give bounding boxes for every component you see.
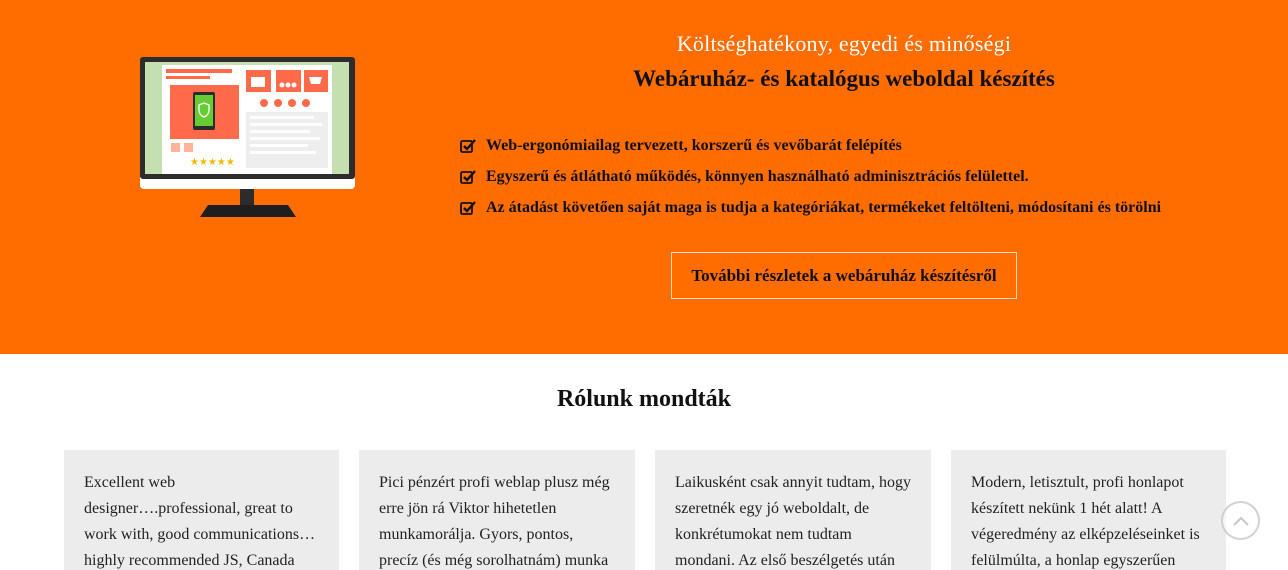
- testimonial-card: Modern, letisztult, profi honlapot készí…: [951, 450, 1226, 570]
- check-square-icon: [460, 169, 476, 184]
- svg-text:★★★★★: ★★★★★: [190, 157, 235, 168]
- testimonial-text: Excellent web designer….professional, gr…: [84, 474, 316, 569]
- check-square-icon: [460, 138, 476, 153]
- check-square-icon: [460, 200, 476, 215]
- testimonial-card: Laikusként csak annyit tudtam, hogy szer…: [655, 450, 931, 570]
- hero-content: Költséghatékony, egyedi és minőségi Webá…: [440, 0, 1248, 354]
- hero-subtitle: Költséghatékony, egyedi és minőségi: [676, 31, 1012, 56]
- feature-item: Az átadást követően saját maga is tudja …: [460, 192, 1161, 223]
- testimonial-cards: Excellent web designer….professional, gr…: [64, 450, 1226, 570]
- webshop-details-button[interactable]: További részletek a webáruház készítésrő…: [671, 252, 1017, 299]
- testimonial-text: Laikusként csak annyit tudtam, hogy szer…: [675, 474, 911, 569]
- testimonial-text: Modern, letisztult, profi honlapot készí…: [971, 474, 1200, 569]
- testimonial-text: Pici pénzért profi weblap plusz még erre…: [379, 474, 610, 569]
- feature-list: Web-ergonómiailag tervezett, korszerű és…: [460, 130, 1161, 223]
- scroll-to-top-button[interactable]: [1221, 501, 1260, 540]
- hero-title: Webáruház- és katalógus weboldal készíté…: [633, 66, 1055, 91]
- feature-text: Web-ergonómiailag tervezett, korszerű és…: [486, 136, 902, 154]
- feature-text: Az átadást követően saját maga is tudja …: [486, 198, 1162, 216]
- feature-text: Egyszerű és átlátható működés, könnyen h…: [486, 167, 1029, 185]
- hero-section: ★★★★★ Költséghatékony, egyedi és minőség…: [0, 0, 1288, 354]
- testimonial-card: Pici pénzért profi weblap plusz még erre…: [359, 450, 635, 570]
- feature-item: Egyszerű és átlátható működés, könnyen h…: [460, 161, 1161, 192]
- testimonial-card: Excellent web designer….professional, gr…: [64, 450, 339, 570]
- feature-item: Web-ergonómiailag tervezett, korszerű és…: [460, 130, 1161, 161]
- testimonials-title: Rólunk mondták: [556, 386, 732, 412]
- webshop-monitor-illustration: ★★★★★: [138, 55, 358, 220]
- chevron-up-icon: [1232, 516, 1249, 526]
